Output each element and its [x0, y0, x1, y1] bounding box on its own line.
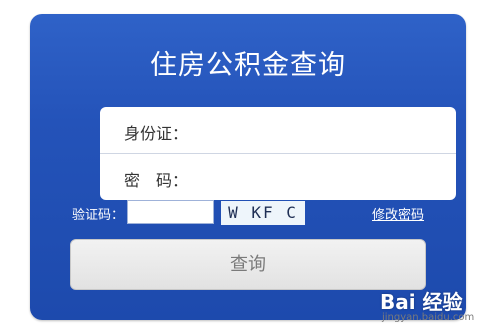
watermark-url: jingyan.baidu.com	[382, 312, 475, 323]
baidu-jingyan-watermark: Bai 经验 jingyan.baidu.com	[380, 284, 496, 330]
password-input[interactable]	[192, 160, 446, 196]
captcha-image[interactable]: W KF C	[221, 201, 305, 225]
credentials-box: 身份证： 密 码：	[100, 107, 456, 200]
password-label: 密 码：	[124, 171, 189, 190]
password-field-row: 密 码：	[100, 154, 456, 200]
id-field-row: 身份证：	[100, 107, 456, 153]
query-button[interactable]: 查询	[70, 239, 426, 290]
id-label: 身份证：	[124, 124, 189, 143]
id-number-input[interactable]	[192, 113, 446, 149]
page-title: 住房公积金查询	[150, 50, 346, 81]
captcha-label: 验证码：	[72, 208, 125, 223]
change-password-link[interactable]: 修改密码	[372, 204, 424, 223]
watermark-logo: Bai 经验	[380, 290, 463, 314]
captcha-input[interactable]	[127, 200, 214, 224]
